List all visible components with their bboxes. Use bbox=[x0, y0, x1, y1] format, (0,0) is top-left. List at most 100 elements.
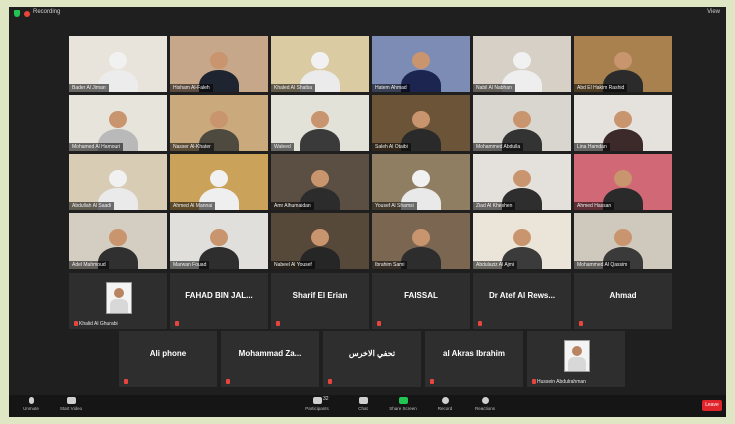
participant-video-tile[interactable]: Abd El Hakim Rashid bbox=[574, 36, 672, 92]
participants-count: 32 bbox=[323, 396, 329, 402]
participant-name-label: Marwan Fouad bbox=[170, 261, 210, 269]
participant-video-tile[interactable]: Ziad Al Kheshen bbox=[473, 154, 571, 210]
participant-head bbox=[311, 229, 329, 246]
participant-video-off-tile[interactable]: Khalid Al Ghurabi bbox=[69, 273, 167, 329]
security-shield-icon[interactable] bbox=[14, 10, 20, 17]
participant-name-label: Mohammed Al Qassim bbox=[574, 261, 631, 269]
participant-head bbox=[210, 52, 228, 69]
microphone-icon bbox=[28, 397, 34, 404]
participant-video-tile[interactable]: Ahmed Hassan bbox=[574, 154, 672, 210]
meeting-topbar: Recording View bbox=[9, 7, 726, 21]
participant-head bbox=[412, 52, 430, 69]
participant-video-tile[interactable]: Nabeel Al Yousef bbox=[271, 213, 369, 269]
muted-microphone-icon bbox=[579, 321, 583, 326]
participant-head bbox=[513, 111, 531, 128]
participant-name-label: Ahmad bbox=[609, 291, 637, 300]
start-video-button[interactable]: Start Video bbox=[51, 397, 91, 411]
chat-label: Chat bbox=[358, 406, 368, 411]
share-screen-button[interactable]: Share Screen bbox=[383, 397, 423, 411]
start-video-label: Start Video bbox=[59, 406, 83, 411]
participant-name-label: Mohammad Za... bbox=[238, 349, 302, 358]
participant-head bbox=[109, 229, 127, 246]
recording-label: Recording bbox=[33, 9, 61, 15]
participant-video-tile[interactable]: Waleed bbox=[271, 95, 369, 151]
participant-head bbox=[109, 52, 127, 69]
participant-head bbox=[412, 229, 430, 246]
participant-video-off-tile[interactable]: FAISSAL bbox=[372, 273, 470, 329]
participant-video-off-tile[interactable]: Hussein Abdulrahman bbox=[527, 331, 625, 387]
zoom-meeting-window: Recording View Bader Al Jiman Hisham Al-F… bbox=[9, 7, 726, 417]
participant-name-label: Hussein Abdulrahman bbox=[537, 379, 586, 385]
meeting-toolbar: Unmute Start Video Participants 32 Chat … bbox=[9, 395, 726, 417]
participant-video-off-tile[interactable]: Dr Atef Al Rews... bbox=[473, 273, 571, 329]
participant-video-tile[interactable]: Lina Hamdan bbox=[574, 95, 672, 151]
participant-video-off-tile[interactable]: al Akras Ibrahim bbox=[425, 331, 523, 387]
participant-video-tile[interactable]: Amr Alhumaidan bbox=[271, 154, 369, 210]
reactions-label: Reactions bbox=[474, 406, 495, 411]
participant-head bbox=[210, 170, 228, 187]
participant-video-tile[interactable]: Abdulaziz Al Ajmi bbox=[473, 213, 571, 269]
participant-video-tile[interactable]: Nasser Al-Khater bbox=[170, 95, 268, 151]
participant-name-label: Lina Hamdan bbox=[574, 143, 610, 151]
avatar-head bbox=[114, 288, 124, 298]
participant-name-label: FAHAD BIN JAL... bbox=[185, 291, 253, 300]
recording-icon bbox=[24, 11, 30, 17]
participant-head bbox=[614, 170, 632, 187]
participant-video-tile[interactable]: Yousef Al Shamsi bbox=[372, 154, 470, 210]
avatar-body bbox=[110, 299, 128, 313]
participant-video-tile[interactable]: Marwan Fouad bbox=[170, 213, 268, 269]
participant-head bbox=[513, 229, 531, 246]
participant-video-off-tile[interactable]: FAHAD BIN JAL... bbox=[170, 273, 268, 329]
participants-label: Participants bbox=[305, 406, 329, 411]
participant-video-off-tile[interactable]: Ahmad bbox=[574, 273, 672, 329]
participant-name-label: Yousef Al Shamsi bbox=[372, 202, 417, 210]
participant-name-label: Khaled Al Shaiba bbox=[271, 84, 316, 92]
participant-name-label: Waleed bbox=[271, 143, 294, 151]
chat-icon bbox=[358, 397, 368, 404]
smiley-icon bbox=[481, 397, 489, 404]
participant-name-label: Mohammed Abdulla bbox=[473, 143, 524, 151]
participant-name-label: FAISSAL bbox=[404, 291, 438, 300]
participant-video-off-tile[interactable]: Ali phone bbox=[119, 331, 217, 387]
chat-button[interactable]: Chat bbox=[343, 397, 383, 411]
participant-video-tile[interactable]: Abdullah Al Saadi bbox=[69, 154, 167, 210]
participants-button[interactable]: Participants bbox=[297, 397, 337, 411]
reactions-button[interactable]: Reactions bbox=[465, 397, 505, 411]
participant-video-tile[interactable]: Nabil Al Nabhan bbox=[473, 36, 571, 92]
participant-video-off-tile[interactable]: Sharif El Erian bbox=[271, 273, 369, 329]
participant-video-tile[interactable]: Mohammed Al Qassim bbox=[574, 213, 672, 269]
participant-video-tile[interactable]: Adel Mahmoud bbox=[69, 213, 167, 269]
participant-head bbox=[311, 52, 329, 69]
participant-name-label: Mohamed Al Hamouri bbox=[69, 143, 124, 151]
muted-microphone-icon bbox=[276, 321, 280, 326]
view-button[interactable]: View bbox=[707, 9, 720, 15]
participant-video-off-tile[interactable]: تحفي الاخرس bbox=[323, 331, 421, 387]
participant-head bbox=[614, 229, 632, 246]
participant-name-label: Adel Mahmoud bbox=[69, 261, 109, 269]
participant-video-tile[interactable]: Khaled Al Shaiba bbox=[271, 36, 369, 92]
record-label: Record bbox=[437, 406, 453, 411]
participant-video-tile[interactable]: Bader Al Jiman bbox=[69, 36, 167, 92]
participant-video-tile[interactable]: Ahmed Al Mannai bbox=[170, 154, 268, 210]
participant-video-tile[interactable]: Mohamed Al Hamouri bbox=[69, 95, 167, 151]
muted-microphone-icon bbox=[74, 321, 78, 326]
participant-video-tile[interactable]: Ibrahim Sami bbox=[372, 213, 470, 269]
unmute-button[interactable]: Unmute bbox=[11, 397, 51, 411]
participant-video-tile[interactable]: Hisham Al-Faleh bbox=[170, 36, 268, 92]
avatar-head bbox=[572, 346, 582, 356]
video-camera-icon bbox=[66, 397, 76, 404]
participant-name-label: Ziad Al Kheshen bbox=[473, 202, 516, 210]
participant-name-label: Ahmed Hassan bbox=[574, 202, 615, 210]
participant-head bbox=[513, 170, 531, 187]
participant-video-off-tile[interactable]: Mohammad Za... bbox=[221, 331, 319, 387]
participant-name-label: Nabeel Al Yousef bbox=[271, 261, 315, 269]
leave-button[interactable]: Leave bbox=[702, 400, 722, 411]
participant-video-tile[interactable]: Hatem Ahmad bbox=[372, 36, 470, 92]
participant-head bbox=[614, 111, 632, 128]
participant-video-tile[interactable]: Mohammed Abdulla bbox=[473, 95, 571, 151]
participant-head bbox=[513, 52, 531, 69]
record-button[interactable]: Record bbox=[425, 397, 465, 411]
participant-name-label: al Akras Ibrahim bbox=[443, 349, 505, 358]
participant-video-tile[interactable]: Saleh Al Otaibi bbox=[372, 95, 470, 151]
participant-name-label: Nabil Al Nabhan bbox=[473, 84, 515, 92]
